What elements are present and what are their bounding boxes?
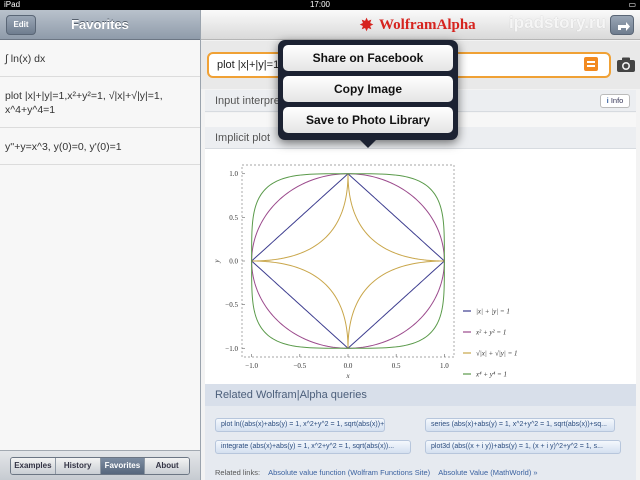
copy-image-button[interactable]: Copy Image (283, 76, 453, 102)
info-icon: i (606, 96, 609, 105)
implicit-plot[interactable]: −1.0 −1.0 −0.5 −0.5 0.0 0.0 0.5 0.5 1.0 1.0 x y |x| … (205, 149, 636, 384)
share-button[interactable] (610, 15, 634, 35)
plot-frame (241, 164, 455, 358)
series-line-astroid (251, 173, 445, 349)
related-query-chip[interactable]: plot ln((abs(x)+abs(y) = 1, x^2+y^2 = 1,… (215, 418, 385, 432)
tab-favorites[interactable]: Favorites (100, 458, 146, 474)
related-query-chip[interactable]: plot3d (abs((x + i y))+abs(y) = 1, (x + … (425, 440, 621, 454)
x-tick-label: 1.0 (440, 362, 449, 370)
share-facebook-button[interactable]: Share on Facebook (283, 45, 453, 71)
favorite-item[interactable]: plot |x|+|y|=1,x²+y²=1, √|x|+√|y|=1, x^4… (0, 77, 200, 128)
y-tick-label: −1.0 (225, 345, 238, 353)
related-link[interactable]: Absolute value function (Wolfram Functio… (268, 468, 430, 477)
equals-icon[interactable] (584, 57, 598, 71)
sidebar-navbar: Edit Favorites (0, 10, 200, 40)
wolfram-alpha-logo: ✸ WolframAlpha (359, 15, 476, 35)
tab-history[interactable]: History (55, 458, 101, 474)
info-button[interactable]: i Info (600, 94, 630, 108)
main-navbar: ✸ WolframAlpha ipadstory.ru (201, 10, 640, 40)
legend-entry: x⁴ + y⁴ = 1 (475, 371, 507, 379)
favorite-item[interactable]: ∫ ln(x) dx (0, 40, 200, 77)
watermark: ipadstory.ru (509, 13, 606, 32)
x-tick-label: −1.0 (245, 362, 258, 370)
save-photo-library-button[interactable]: Save to Photo Library (283, 107, 453, 133)
related-query-chip[interactable]: series (abs(x)+abs(y) = 1, x^2+y^2 = 1, … (425, 418, 615, 432)
favorites-list: ∫ ln(x) dx plot |x|+|y|=1,x²+y²=1, √|x|+… (0, 40, 200, 165)
x-tick-label: 0.5 (392, 362, 401, 370)
sidebar-segmented-control: Examples History Favorites About (10, 457, 190, 475)
share-arrow-icon (618, 22, 630, 31)
x-tick-label: −0.5 (293, 362, 306, 370)
sidebar-title: Favorites (71, 17, 129, 32)
x-tick-label: 0.0 (344, 362, 353, 370)
share-popover: Share on Facebook Copy Image Save to Pho… (278, 40, 458, 148)
battery-icon: ▭ (628, 0, 636, 9)
legend-entry: √|x| + √|y| = 1 (476, 350, 518, 358)
tab-about[interactable]: About (145, 458, 189, 474)
clock: 17:00 (309, 0, 331, 9)
related-title: Related Wolfram|Alpha queries (205, 384, 636, 406)
x-axis-label: x (345, 372, 350, 380)
legend-entry: x² + y² = 1 (475, 329, 506, 337)
status-bar: iPad 17:00 ▭ (0, 0, 640, 10)
plot-chart: −1.0 −1.0 −0.5 −0.5 0.0 0.0 0.5 0.5 1.0 1.0 x y |x| … (213, 164, 518, 380)
related-link[interactable]: Absolute Value (MathWorld) » (438, 468, 537, 477)
y-tick-label: 0.0 (229, 258, 238, 266)
series-line-superellipse (251, 173, 445, 349)
related-links: Related links: Absolute value function (… (215, 468, 538, 477)
series-line-circle (251, 173, 445, 349)
tab-examples[interactable]: Examples (11, 458, 56, 474)
camera-icon[interactable] (616, 56, 636, 73)
legend-entry: |x| + |y| = 1 (476, 308, 510, 316)
favorites-sidebar: Edit Favorites ∫ ln(x) dx plot |x|+|y|=1… (0, 10, 201, 480)
y-tick-label: 0.5 (229, 214, 238, 222)
y-tick-label: 1.0 (229, 170, 238, 178)
pod-title: Implicit plot (215, 132, 271, 144)
favorite-item[interactable]: y''+y=x^3, y(0)=0, y'(0)=1 (0, 128, 200, 165)
y-tick-label: −0.5 (225, 301, 238, 309)
related-query-chip[interactable]: integrate (abs(x)+abs(y) = 1, x^2+y^2 = … (215, 440, 411, 454)
wolfram-star-icon: ✸ (359, 15, 375, 35)
y-axis-label: y (213, 259, 221, 264)
series-line-diamond (250, 173, 445, 349)
related-queries: Related Wolfram|Alpha queries plot ln((a… (205, 384, 636, 480)
